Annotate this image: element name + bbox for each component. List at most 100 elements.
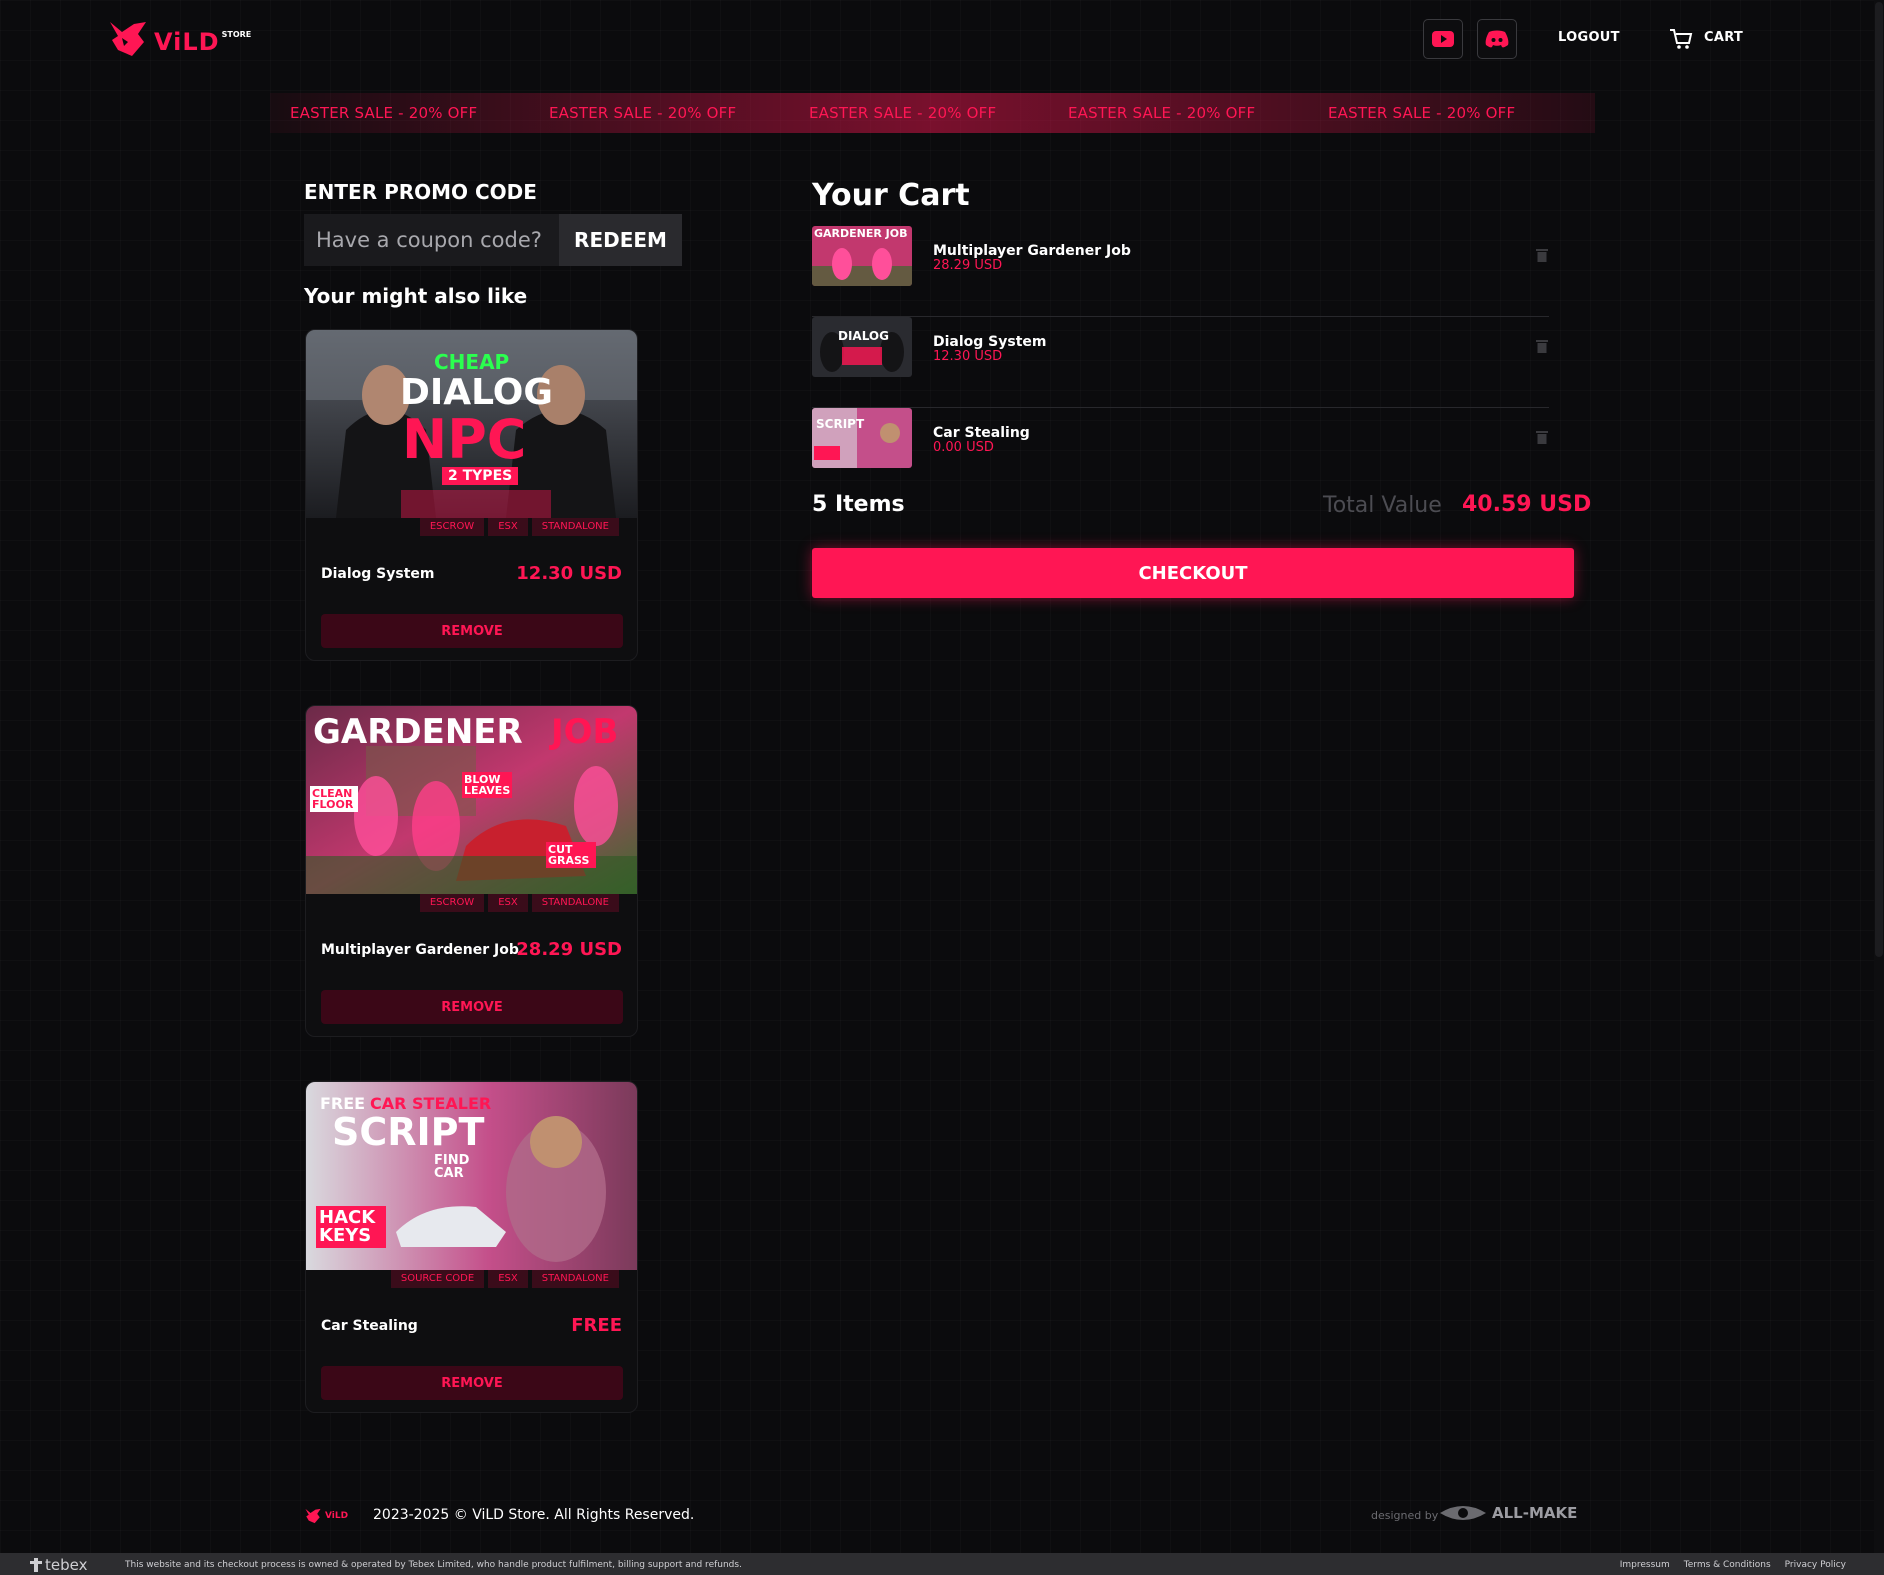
product-card-dialog-system[interactable]: CHEAP DIALOG NPC 2 TYPES ESCROW ESX STAN… bbox=[305, 329, 638, 661]
remove-button[interactable]: REMOVE bbox=[321, 1366, 623, 1400]
tebex-logo-text: tebex bbox=[45, 1556, 88, 1574]
total-label: Total Value bbox=[1323, 493, 1442, 518]
art-badge: 2 TYPES bbox=[442, 467, 519, 485]
brand-name: ViLD bbox=[154, 28, 220, 56]
tag-list: ESCROW ESX STANDALONE bbox=[306, 518, 637, 538]
cart-link[interactable]: CART bbox=[1704, 30, 1743, 45]
tag-list: ESCROW ESX STANDALONE bbox=[306, 894, 637, 914]
cart-item: SCRIPT Car Stealing 0.00 USD bbox=[812, 408, 1549, 499]
remove-button[interactable]: REMOVE bbox=[321, 990, 623, 1024]
thumb-text: GARDENER JOB bbox=[814, 227, 908, 240]
cart-item-thumbnail[interactable]: DIALOG bbox=[812, 317, 912, 377]
cart-item: DIALOG Dialog System 12.30 USD bbox=[812, 317, 1549, 408]
discord-button[interactable] bbox=[1477, 19, 1517, 59]
designer-logo[interactable]: ALL-MAKE bbox=[1438, 1503, 1577, 1523]
tag: ESX bbox=[488, 894, 528, 912]
art-text: DIALOG bbox=[400, 372, 553, 413]
cart-item-thumbnail[interactable]: SCRIPT bbox=[812, 408, 912, 468]
thumb-text: SCRIPT bbox=[816, 417, 865, 431]
remove-button[interactable]: REMOVE bbox=[321, 614, 623, 648]
marquee-item: EASTER SALE - 20% OFF bbox=[1328, 104, 1516, 122]
footer-logo[interactable]: ViLD bbox=[304, 1508, 348, 1524]
cart-item-thumbnail[interactable]: GARDENER JOB bbox=[812, 226, 912, 286]
marquee-item: EASTER SALE - 20% OFF bbox=[1068, 104, 1256, 122]
product-price: 12.30 USD bbox=[516, 563, 622, 584]
checkout-button[interactable]: CHECKOUT bbox=[812, 548, 1574, 598]
promo-title: ENTER PROMO CODE bbox=[304, 180, 537, 204]
tag: ESX bbox=[488, 518, 528, 536]
art-text: CHEAP bbox=[434, 350, 510, 374]
coupon-input[interactable] bbox=[304, 214, 559, 266]
tag: STANDALONE bbox=[531, 518, 619, 536]
tag: ESCROW bbox=[419, 894, 485, 912]
scrollbar-track[interactable] bbox=[1874, 0, 1884, 1575]
header: ViLD STORE LOGOUT CART bbox=[0, 0, 1884, 80]
marquee-item: EASTER SALE - 20% OFF bbox=[549, 104, 737, 122]
designer-name: ALL-MAKE bbox=[1492, 1504, 1578, 1522]
fox-logo-icon bbox=[305, 1508, 321, 1524]
copyright: 2023-2025 © ViLD Store. All Rights Reser… bbox=[373, 1507, 695, 1523]
art-text: GARDENER bbox=[313, 712, 523, 752]
product-name[interactable]: Dialog System bbox=[321, 566, 435, 582]
trash-icon[interactable] bbox=[1536, 339, 1548, 353]
tebex-logo[interactable]: tebex bbox=[30, 1556, 87, 1574]
tag: ESCROW bbox=[419, 518, 485, 536]
tebex-bar: tebex This website and its checkout proc… bbox=[0, 1553, 1884, 1575]
cart-item-name[interactable]: Dialog System bbox=[933, 334, 1047, 350]
art-label: CUT GRASS bbox=[546, 842, 596, 868]
tag: SOURCE CODE bbox=[390, 1270, 485, 1288]
cart-title: Your Cart bbox=[812, 178, 970, 213]
redeem-button[interactable]: REDEEM bbox=[559, 214, 682, 266]
cart-item-price: 28.29 USD bbox=[933, 258, 1003, 273]
impressum-link[interactable]: Impressum bbox=[1620, 1560, 1670, 1570]
marquee-item: EASTER SALE - 20% OFF bbox=[809, 104, 997, 122]
fox-logo-icon bbox=[110, 22, 146, 56]
product-name[interactable]: Multiplayer Gardener Job bbox=[321, 942, 519, 958]
cart-item-price: 12.30 USD bbox=[933, 349, 1003, 364]
art-text: SCRIPT bbox=[332, 1110, 485, 1154]
trash-icon[interactable] bbox=[1536, 430, 1548, 444]
product-image[interactable]: CHEAP DIALOG NPC 2 TYPES bbox=[306, 330, 637, 518]
product-image[interactable]: GARDENER JOB CLEAN FLOOR BLOW LEAVES CUT… bbox=[306, 706, 637, 894]
youtube-button[interactable] bbox=[1423, 19, 1463, 59]
logout-link[interactable]: LOGOUT bbox=[1558, 30, 1620, 45]
total-value: 40.59 USD bbox=[1462, 492, 1592, 517]
privacy-link[interactable]: Privacy Policy bbox=[1785, 1560, 1846, 1570]
product-price: 28.29 USD bbox=[516, 939, 622, 960]
terms-link[interactable]: Terms & Conditions bbox=[1684, 1560, 1771, 1570]
product-name[interactable]: Car Stealing bbox=[321, 1318, 418, 1334]
cart-icon[interactable] bbox=[1669, 28, 1693, 50]
cart-item-name[interactable]: Car Stealing bbox=[933, 425, 1030, 441]
sale-marquee: EASTER SALE - 20% OFF EASTER SALE - 20% … bbox=[270, 93, 1595, 133]
eye-icon bbox=[1440, 1506, 1486, 1520]
art-label: CLEAN FLOOR bbox=[310, 786, 358, 812]
tebex-icon bbox=[30, 1558, 42, 1572]
product-card-car-stealing[interactable]: FREE CAR STEALER SCRIPT FIND CAR HACK KE… bbox=[305, 1081, 638, 1413]
designed-by-label: designed by bbox=[1371, 1509, 1439, 1522]
product-card-gardener-job[interactable]: GARDENER JOB CLEAN FLOOR BLOW LEAVES CUT… bbox=[305, 705, 638, 1037]
art-label: FIND CAR bbox=[434, 1153, 470, 1181]
tag: STANDALONE bbox=[531, 1270, 619, 1288]
trash-icon[interactable] bbox=[1536, 248, 1548, 262]
tag: STANDALONE bbox=[531, 894, 619, 912]
brand-logo[interactable]: ViLD STORE bbox=[108, 20, 251, 58]
art-text: JOB bbox=[551, 712, 619, 752]
product-image[interactable]: FREE CAR STEALER SCRIPT FIND CAR HACK KE… bbox=[306, 1082, 637, 1270]
art-label: HACK KEYS bbox=[316, 1206, 386, 1248]
tebex-disclaimer: This website and its checkout process is… bbox=[125, 1560, 742, 1570]
discord-icon bbox=[1485, 30, 1509, 48]
cart-item-name[interactable]: Multiplayer Gardener Job bbox=[933, 243, 1131, 259]
items-count: 5 Items bbox=[812, 492, 905, 517]
thumb-text: DIALOG bbox=[838, 329, 889, 343]
footer-brand-name: ViLD bbox=[325, 1511, 349, 1521]
youtube-icon bbox=[1432, 31, 1454, 47]
art-label: BLOW LEAVES bbox=[462, 772, 512, 798]
cart-item: GARDENER JOB Multiplayer Gardener Job 28… bbox=[812, 226, 1549, 317]
marquee-item: EASTER SALE - 20% OFF bbox=[290, 104, 478, 122]
tebex-links: Impressum Terms & Conditions Privacy Pol… bbox=[1620, 1560, 1846, 1570]
tag: ESX bbox=[488, 1270, 528, 1288]
brand-sup: STORE bbox=[221, 30, 252, 39]
scrollbar-thumb[interactable] bbox=[1875, 2, 1883, 957]
art-text: NPC bbox=[402, 408, 527, 471]
promo-form: REDEEM bbox=[304, 214, 682, 266]
